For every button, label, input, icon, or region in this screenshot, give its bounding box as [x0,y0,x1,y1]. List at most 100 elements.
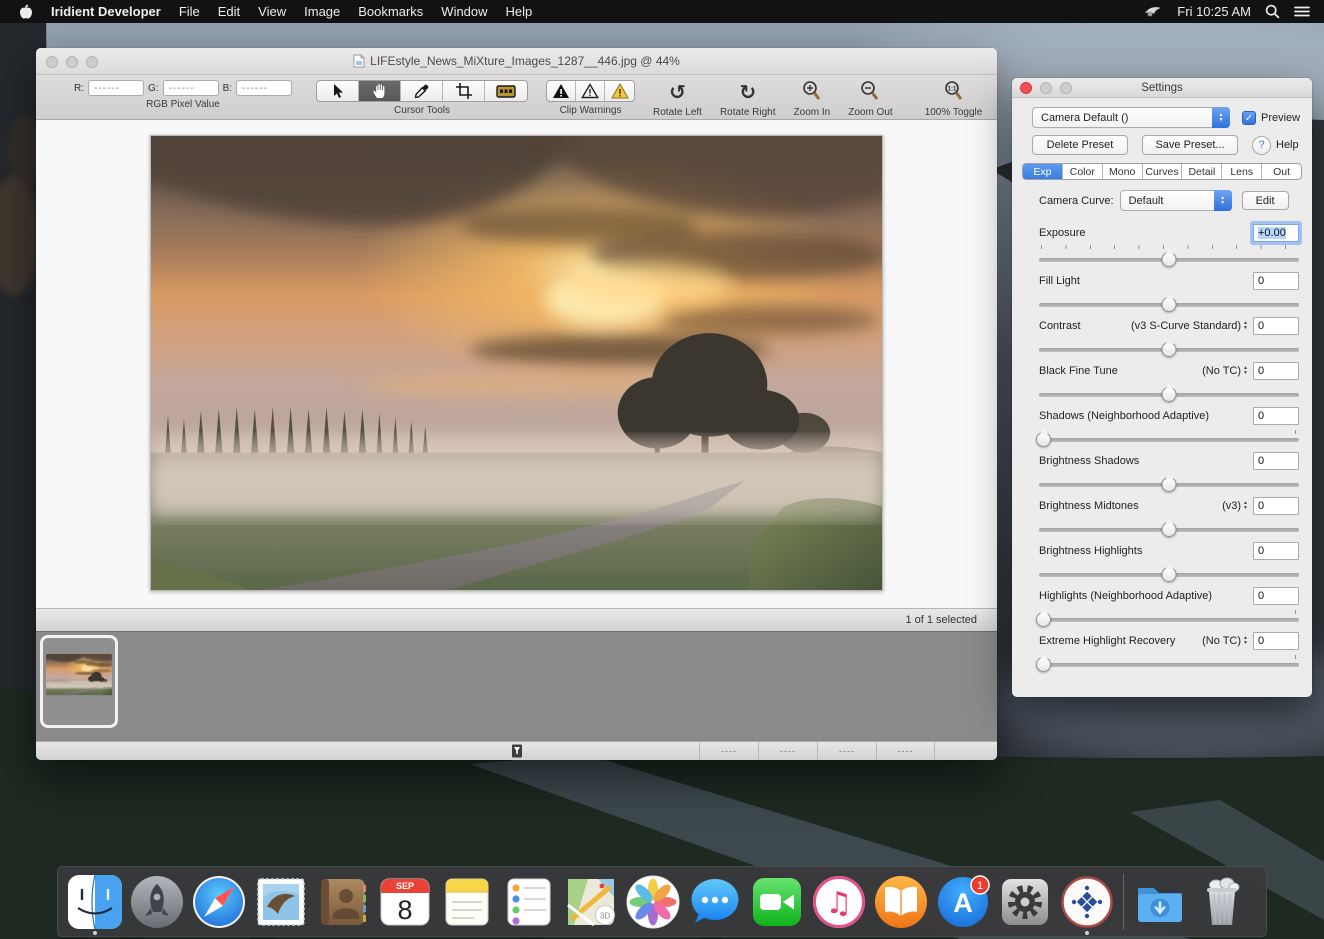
notification-center-icon[interactable] [1294,5,1310,18]
dock-downloads-icon[interactable] [1129,866,1191,937]
dock-itunes-icon[interactable]: ♫ [808,866,870,937]
dock-notes-icon[interactable] [436,866,498,937]
zoom-button[interactable] [86,56,98,68]
help-button[interactable]: ? [1252,136,1271,155]
settings-minimize-button[interactable] [1040,82,1052,94]
delete-preset-button[interactable]: Delete Preset [1032,135,1128,155]
slider-thumb[interactable] [1036,657,1051,672]
brightness-midtones-slider[interactable] [1039,528,1299,532]
slider-thumb[interactable] [1036,612,1051,627]
slider-thumb[interactable] [1162,252,1177,267]
g-value-field[interactable]: ------ [163,80,219,96]
dock-ibooks-icon[interactable] [870,866,932,937]
slider-thumb[interactable] [1162,297,1177,312]
dock-photos-icon[interactable] [622,866,684,937]
highlights-slider[interactable] [1039,618,1299,622]
save-preset-button[interactable]: Save Preset... [1142,135,1238,155]
rotate-right-button[interactable]: ↻ Rotate Right [720,80,776,118]
menubar-extra-icon[interactable] [1143,5,1163,19]
menu-edit[interactable]: Edit [209,0,249,23]
brightness-highlights-value-field[interactable]: 0 [1253,542,1299,560]
highlight-clip-warning-icon[interactable] [605,81,634,101]
slider-thumb[interactable] [1162,567,1177,582]
b-value-field[interactable]: ------ [236,80,292,96]
eyedropper-tool-icon[interactable] [401,81,443,101]
black-fine-tune-mode-selector[interactable]: (No TC)▲▼ [1202,365,1248,377]
extreme-highlight-slider[interactable] [1039,663,1299,667]
contrast-value-field[interactable]: 0 [1253,317,1299,335]
hand-tool-icon[interactable] [359,81,401,101]
dock-calendar-icon[interactable]: SEP8 [374,866,436,937]
dock-reminders-icon[interactable] [498,866,560,937]
slider-thumb[interactable] [1162,387,1177,402]
dock-iridient-developer-icon[interactable]: ❖ [1056,866,1118,937]
spotlight-icon[interactable] [1265,4,1280,19]
brightness-shadows-value-field[interactable]: 0 [1253,452,1299,470]
minimize-button[interactable] [66,56,78,68]
dock-mail-icon[interactable] [250,866,312,937]
midtone-clip-warning-icon[interactable] [576,81,605,101]
tab-exp[interactable]: Exp [1023,164,1063,179]
menu-app-name[interactable]: Iridient Developer [42,0,170,23]
settings-close-button[interactable] [1020,82,1032,94]
tab-color[interactable]: Color [1063,164,1103,179]
contrast-mode-selector[interactable]: (v3 S-Curve Standard)▲▼ [1131,320,1248,332]
keyboard-tool-icon[interactable] [485,81,527,101]
tab-detail[interactable]: Detail [1182,164,1222,179]
fill-light-slider[interactable] [1039,303,1299,307]
slider-thumb[interactable] [1162,522,1177,537]
preview-checkbox[interactable]: ✓ [1242,111,1256,125]
brightness-midtones-mode-selector[interactable]: (v3)▲▼ [1222,500,1248,512]
menu-window[interactable]: Window [432,0,496,23]
close-button[interactable] [46,56,58,68]
camera-curve-dropdown[interactable]: Default ▲▼ [1120,190,1232,211]
fill-light-value-field[interactable]: 0 [1253,272,1299,290]
dock-contacts-icon[interactable] [312,866,374,937]
dock-trash-icon[interactable] [1191,866,1253,937]
exposure-slider[interactable] [1039,258,1299,262]
dock-finder-icon[interactable] [64,866,126,937]
menu-view[interactable]: View [249,0,295,23]
contrast-slider[interactable] [1039,348,1299,352]
photo-canvas[interactable] [150,135,883,591]
arrow-tool-icon[interactable] [317,81,359,101]
window-title-bar[interactable]: LIFEstyle_News_MiXture_Images_1287__446.… [36,48,997,75]
rotate-left-button[interactable]: ↺ Rotate Left [653,80,702,118]
slider-thumb[interactable] [1162,342,1177,357]
tab-mono[interactable]: Mono [1103,164,1143,179]
menu-clock[interactable]: Fri 10:25 AM [1177,4,1251,19]
settings-zoom-button[interactable] [1060,82,1072,94]
extreme-highlight-value-field[interactable]: 0 [1253,632,1299,650]
apple-menu[interactable] [10,0,42,23]
filter-button[interactable] [511,744,522,758]
tab-curves[interactable]: Curves [1143,164,1183,179]
brightness-shadows-slider[interactable] [1039,483,1299,487]
thumbnail-selected[interactable] [40,635,118,728]
dock-app-store-icon[interactable]: A1 [932,866,994,937]
menu-help[interactable]: Help [497,0,542,23]
zoom-in-button[interactable]: Zoom In [794,80,831,118]
highlights-value-field[interactable]: 0 [1253,587,1299,605]
r-value-field[interactable]: ------ [88,80,144,96]
100-toggle-button[interactable]: 1:1 100% Toggle [925,80,983,118]
dock-system-preferences-icon[interactable] [994,866,1056,937]
dock-launchpad-icon[interactable] [126,866,188,937]
shadow-clip-warning-icon[interactable] [547,81,576,101]
menu-image[interactable]: Image [295,0,349,23]
edit-curve-button[interactable]: Edit [1242,191,1289,210]
menu-file[interactable]: File [170,0,209,23]
slider-thumb[interactable] [1162,477,1177,492]
slider-thumb[interactable] [1036,432,1051,447]
shadows-slider[interactable] [1039,438,1299,442]
dock-maps-icon[interactable]: 3D [560,866,622,937]
brightness-midtones-value-field[interactable]: 0 [1253,497,1299,515]
black-fine-tune-slider[interactable] [1039,393,1299,397]
preset-dropdown[interactable]: Camera Default () ▲▼ [1032,107,1230,128]
dock-safari-icon[interactable] [188,866,250,937]
crop-tool-icon[interactable] [443,81,485,101]
dock-messages-icon[interactable] [684,866,746,937]
tab-out[interactable]: Out [1262,164,1301,179]
shadows-value-field[interactable]: 0 [1253,407,1299,425]
menu-bookmarks[interactable]: Bookmarks [349,0,432,23]
black-fine-tune-value-field[interactable]: 0 [1253,362,1299,380]
